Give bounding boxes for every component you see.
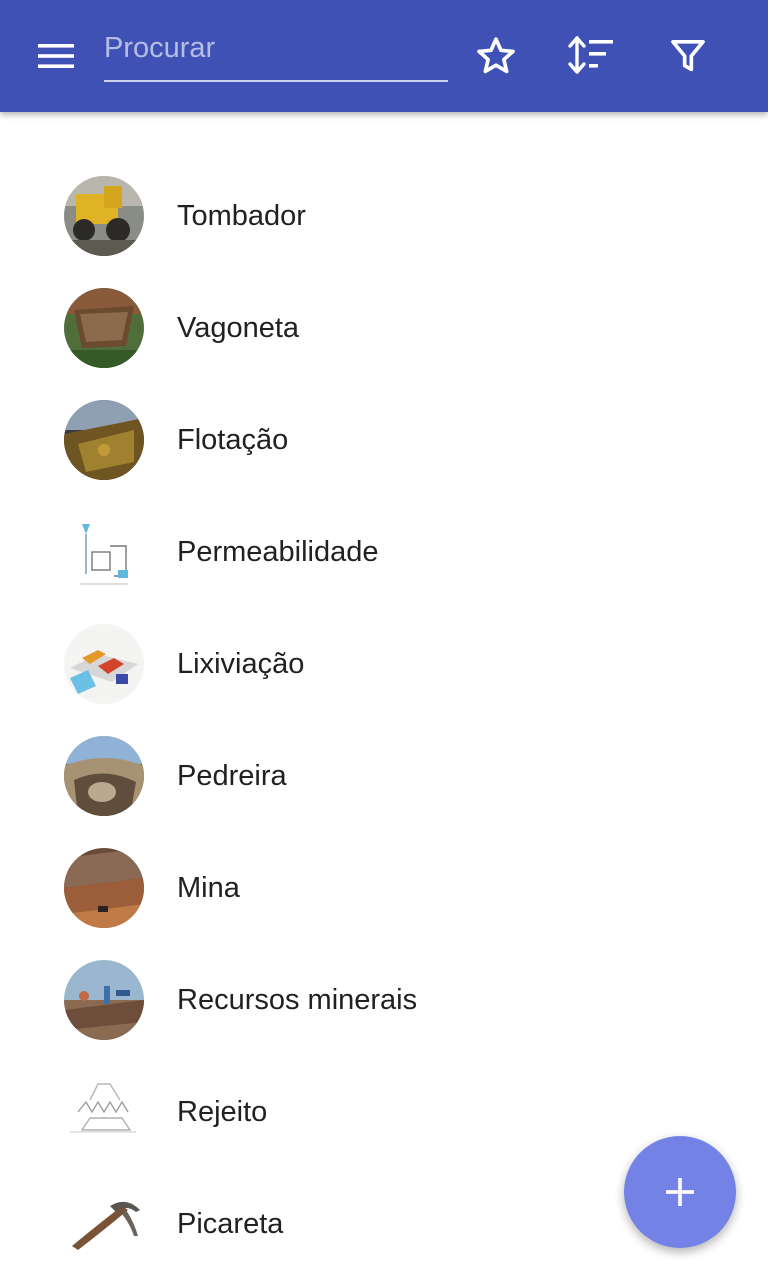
thumbnail-permeabilidade [64, 512, 144, 592]
filter-icon [671, 40, 705, 72]
list-item-label: Permeabilidade [177, 536, 379, 568]
thumbnail-pedreira [64, 736, 144, 816]
list-item[interactable]: Recursos minerais [0, 944, 768, 1056]
list-item[interactable]: Lixiviação [0, 608, 768, 720]
search-input[interactable] [104, 28, 444, 68]
thumbnail-flotacao [64, 400, 144, 480]
thumbnail-picareta [64, 1184, 144, 1264]
sort-button[interactable] [563, 28, 619, 84]
list-item-label: Tombador [177, 200, 306, 232]
list-item[interactable]: Mina [0, 832, 768, 944]
hamburger-menu-icon [38, 44, 74, 68]
list-item-label: Flotação [177, 424, 289, 456]
sort-icon [568, 36, 613, 74]
term-list: Tombador Vagoneta Flotação Permeabilidad… [0, 160, 768, 1280]
list-item[interactable]: Pedreira [0, 720, 768, 832]
list-item-label: Recursos minerais [177, 984, 418, 1016]
list-item-label: Vagoneta [177, 312, 300, 344]
list-item[interactable]: Vagoneta [0, 272, 768, 384]
thumbnail-lixiviacao [64, 624, 144, 704]
add-button[interactable] [624, 1136, 736, 1248]
list-item-label: Rejeito [177, 1096, 268, 1128]
plus-icon [666, 1178, 694, 1206]
menu-button[interactable] [26, 32, 86, 80]
thumbnail-mina [64, 848, 144, 928]
favorites-button[interactable] [468, 28, 524, 84]
list-item[interactable]: Flotação [0, 384, 768, 496]
list-item[interactable]: Permeabilidade [0, 496, 768, 608]
list-item[interactable]: Tombador [0, 160, 768, 272]
filter-button[interactable] [660, 28, 716, 84]
thumbnail-rejeito [64, 1072, 144, 1152]
thumbnail-recursos-minerais [64, 960, 144, 1040]
list-item-label: Mina [177, 872, 240, 904]
list-item-label: Pedreira [177, 760, 287, 792]
list-item-label: Picareta [177, 1208, 284, 1240]
thumbnail-tombador [64, 176, 144, 256]
app-bar [0, 0, 768, 112]
star-outline-icon [477, 37, 515, 74]
thumbnail-vagoneta [64, 288, 144, 368]
list-item-label: Lixiviação [177, 648, 305, 680]
search-field [104, 22, 448, 82]
